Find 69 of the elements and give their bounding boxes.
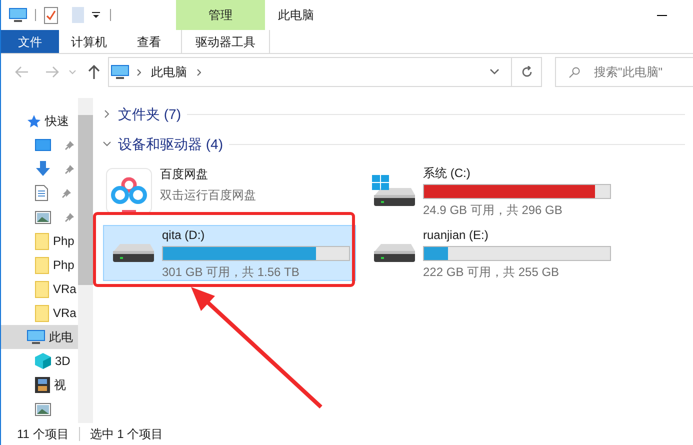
refresh-icon [520, 66, 532, 78]
sidebar-label: Php [53, 257, 74, 274]
sidebar-item[interactable]: Php [1, 253, 78, 277]
scrollbar[interactable] [78, 98, 93, 423]
app-name: 百度网盘 [160, 166, 209, 182]
file-tab[interactable]: 文件 [1, 30, 59, 53]
sidebar-label: 此电 [49, 329, 73, 346]
folder-icon [35, 304, 49, 322]
sidebar-label: VRa [53, 305, 76, 322]
drive-free-space: 222 GB 可用，共 255 GB [423, 264, 560, 280]
chevron-right-icon[interactable] [137, 68, 141, 76]
folder-icon [35, 232, 49, 250]
sidebar-label: 视 [54, 377, 66, 394]
sidebar-item[interactable]: VRa [1, 301, 78, 325]
sidebar-item[interactable]: Php [1, 229, 78, 253]
sidebar-item[interactable]: 3D [1, 349, 78, 373]
drive-free-space: 24.9 GB 可用，共 296 GB [423, 202, 564, 218]
film-icon [35, 377, 50, 393]
image-icon [35, 210, 51, 224]
ribbon-tab[interactable]: 查看 [119, 30, 179, 53]
drive-name: qita (D:) [162, 226, 206, 244]
up-arrow-icon[interactable] [88, 65, 100, 79]
selection-count: 选中 1 个项目 [90, 426, 164, 443]
section-title: 文件夹 (7) [118, 104, 181, 124]
context-tab-header: 管理 [176, 0, 265, 30]
folder-icon [35, 280, 49, 298]
sidebar-item[interactable]: 视 [1, 373, 78, 397]
download-arrow-icon [35, 161, 51, 177]
drive-name: ruanjian (E:) [423, 226, 490, 244]
section-header[interactable]: 文件夹 (7) [103, 99, 693, 129]
app-tile[interactable]: 百度网盘 双击运行百度网盘 [103, 163, 356, 219]
desktop-icon [35, 138, 51, 152]
star-icon [27, 114, 41, 128]
sidebar-item[interactable]: 此电 [1, 325, 78, 349]
sidebar-item[interactable]: VRa [1, 277, 78, 301]
sidebar-label: Php [53, 233, 74, 250]
chevron-right-icon[interactable] [197, 68, 201, 76]
dropdown-icon[interactable] [92, 11, 100, 19]
drive-tile[interactable]: 系统 (C:) 24.9 GB 可用，共 296 GB [364, 163, 614, 219]
app-logo-icon [106, 168, 152, 214]
sidebar-item[interactable]: 快速 [1, 109, 78, 133]
properties-icon[interactable] [44, 6, 58, 24]
chevron-down-icon [103, 140, 111, 148]
drive-tile[interactable]: ruanjian (E:) 222 GB 可用，共 255 GB [364, 225, 614, 281]
sidebar-label: 3D [55, 353, 70, 370]
computer-icon[interactable] [9, 8, 27, 22]
computer-icon [27, 330, 45, 344]
cube-icon [35, 353, 51, 369]
ribbon-tab[interactable]: 计算机 [59, 30, 119, 53]
image-icon [35, 402, 51, 416]
search-field[interactable]: 搜索"此电脑" [555, 57, 693, 87]
window-title: 此电脑 [278, 7, 314, 24]
section-header[interactable]: 设备和驱动器 (4) [103, 129, 693, 159]
app-subtitle: 双击运行百度网盘 [160, 186, 256, 204]
drive-name: 系统 (C:) [423, 164, 472, 182]
chevron-down-icon[interactable] [490, 69, 499, 75]
computer-icon [111, 64, 129, 80]
section-title: 设备和驱动器 (4) [118, 134, 223, 154]
address-path[interactable]: 此电脑 [151, 63, 187, 81]
chevron-right-icon [103, 110, 111, 118]
drive-free-space: 301 GB 可用，共 1.56 TB [162, 264, 300, 280]
address-bar[interactable]: 此电脑 [108, 57, 542, 87]
sidebar-label: 快速 [45, 113, 69, 130]
drive-tile[interactable]: qita (D:) 301 GB 可用，共 1.56 TB [103, 225, 356, 281]
sidebar-label: VRa [53, 281, 76, 298]
search-icon [569, 67, 580, 78]
folder-icon [35, 256, 49, 274]
item-count: 11 个项目 [17, 426, 69, 443]
document-icon [35, 185, 48, 201]
